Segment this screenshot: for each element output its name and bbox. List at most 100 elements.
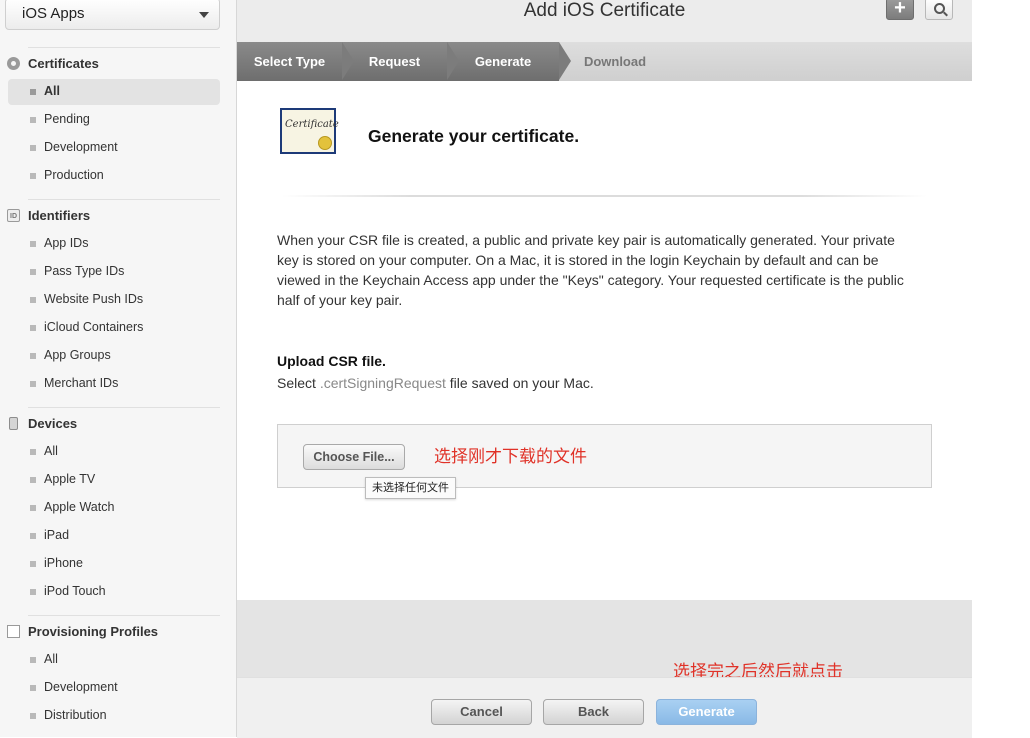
search-button[interactable] — [925, 0, 953, 20]
step-download: Download — [583, 54, 647, 69]
sidebar-item-certificates-all[interactable]: All — [8, 79, 220, 105]
bullet-icon — [30, 381, 36, 387]
upload-hint: Select .certSigningRequest file saved on… — [277, 375, 594, 391]
app-type-select-value: iOS Apps — [22, 5, 85, 22]
sidebar-item-profiles-development[interactable]: Development — [8, 675, 220, 701]
sidebar-item-label: All — [44, 652, 58, 666]
sidebar-item-label: Apple TV — [44, 472, 96, 486]
sidebar-item-label: Website Push IDs — [44, 292, 144, 306]
bullet-icon — [30, 325, 36, 331]
certificate-script-text: Certificate — [285, 119, 339, 130]
button-bar: Cancel Back Generate — [237, 677, 972, 738]
sidebar-item-iphone[interactable]: iPhone — [8, 551, 220, 577]
sidebar-item-app-groups[interactable]: App Groups — [8, 343, 220, 369]
certificate-icon: Certificate — [280, 108, 339, 154]
sidebar-item-label: Development — [44, 680, 118, 694]
section-label: Devices — [28, 416, 78, 431]
gear-icon — [7, 57, 20, 70]
generate-button[interactable]: Generate — [656, 699, 757, 725]
bullet-icon — [30, 657, 36, 663]
upload-hint-extension: .certSigningRequest — [319, 375, 446, 391]
bullet-icon — [30, 353, 36, 359]
cancel-button[interactable]: Cancel — [431, 699, 532, 725]
annotation-choose-file: 选择刚才下载的文件 — [434, 447, 587, 466]
bullet-icon — [30, 589, 36, 595]
sidebar-divider — [28, 407, 220, 408]
bullet-icon — [30, 117, 36, 123]
upload-title: Upload CSR file. — [277, 353, 386, 369]
description-text: When your CSR file is created, a public … — [277, 232, 904, 308]
search-icon — [934, 3, 945, 14]
section-certificates: Certificates — [0, 52, 236, 76]
sidebar-divider — [28, 199, 220, 200]
sidebar-item-label: iPhone — [44, 556, 83, 570]
section-title: Generate your certificate. — [368, 126, 580, 146]
device-icon — [9, 417, 18, 430]
sidebar-item-apple-tv[interactable]: Apple TV — [8, 467, 220, 493]
sidebar-divider — [28, 47, 220, 48]
chevron-down-icon — [199, 12, 209, 18]
back-button[interactable]: Back — [543, 699, 644, 725]
sidebar-item-profiles-all[interactable]: All — [8, 647, 220, 673]
sidebar-item-label: App Groups — [44, 348, 111, 362]
section-label: Provisioning Profiles — [28, 624, 159, 639]
sidebar-item-certificates-development[interactable]: Development — [8, 135, 220, 161]
section-label: Certificates — [28, 56, 99, 71]
add-button[interactable]: + — [886, 0, 914, 20]
sidebar-item-pass-type-ids[interactable]: Pass Type IDs — [8, 259, 220, 285]
sidebar-item-apple-watch[interactable]: Apple Watch — [8, 495, 220, 521]
sidebar-item-icloud-containers[interactable]: iCloud Containers — [8, 315, 220, 341]
step-progress: Select Type Request Generate Download — [237, 42, 972, 81]
sidebar-divider — [28, 615, 220, 616]
sidebar-item-label: App IDs — [44, 236, 89, 250]
sidebar-item-label: Merchant IDs — [44, 376, 119, 390]
app-type-select[interactable]: iOS Apps — [5, 0, 220, 30]
section-identifiers: ID Identifiers — [0, 204, 236, 228]
sidebar-item-devices-all[interactable]: All — [8, 439, 220, 465]
bullet-icon — [30, 449, 36, 455]
bullet-icon — [30, 561, 36, 567]
bullet-icon — [30, 533, 36, 539]
sidebar-item-merchant-ids[interactable]: Merchant IDs — [8, 371, 220, 397]
page-title: Add iOS Certificate — [523, 0, 686, 21]
sidebar-item-label: Pending — [44, 112, 90, 126]
bullet-icon — [30, 269, 36, 275]
sidebar-item-label: Pass Type IDs — [44, 264, 125, 278]
sidebar-item-label: Distribution — [44, 708, 107, 722]
right-gutter — [972, 0, 1030, 737]
bullet-icon — [30, 89, 36, 95]
no-file-tooltip: 未选择任何文件 — [365, 477, 456, 499]
seal-icon — [318, 136, 332, 150]
upload-hint-post: file saved on your Mac. — [445, 375, 594, 391]
sidebar-item-label: iPod Touch — [44, 584, 106, 598]
sidebar-item-label: All — [44, 84, 60, 98]
divider — [282, 195, 927, 197]
content-area: Certificate Generate your certificate. W… — [237, 81, 972, 600]
sidebar-item-label: All — [44, 444, 58, 458]
sidebar-item-app-ids[interactable]: App IDs — [8, 231, 220, 257]
sidebar-item-certificates-production[interactable]: Production — [8, 163, 220, 189]
document-icon — [7, 625, 20, 638]
bullet-icon — [30, 685, 36, 691]
bullet-icon — [30, 505, 36, 511]
sidebar-item-ipod-touch[interactable]: iPod Touch — [8, 579, 220, 605]
bullet-icon — [30, 477, 36, 483]
sidebar-item-website-push-ids[interactable]: Website Push IDs — [8, 287, 220, 313]
footer: 选择完之后然后就点击 Cancel Back Generate — [237, 600, 972, 738]
sidebar-item-ipad[interactable]: iPad — [8, 523, 220, 549]
sidebar-item-label: Apple Watch — [44, 500, 115, 514]
title-bar: Add iOS Certificate + — [237, 0, 972, 42]
sidebar-item-certificates-pending[interactable]: Pending — [8, 107, 220, 133]
plus-icon: + — [894, 0, 906, 19]
sidebar-item-label: Production — [44, 168, 104, 182]
sidebar-item-label: iPad — [44, 528, 70, 542]
section-label: Identifiers — [28, 208, 91, 223]
sidebar: iOS Apps Certificates All Pending Develo… — [0, 0, 237, 737]
step-generate: Generate — [447, 42, 571, 81]
sidebar-item-label: iCloud Containers — [44, 320, 144, 334]
sidebar-item-profiles-distribution[interactable]: Distribution — [8, 703, 220, 729]
sidebar-item-label: Development — [44, 140, 118, 154]
upload-hint-pre: Select — [277, 375, 320, 391]
bullet-icon — [30, 173, 36, 179]
choose-file-button[interactable]: Choose File... — [303, 444, 405, 470]
